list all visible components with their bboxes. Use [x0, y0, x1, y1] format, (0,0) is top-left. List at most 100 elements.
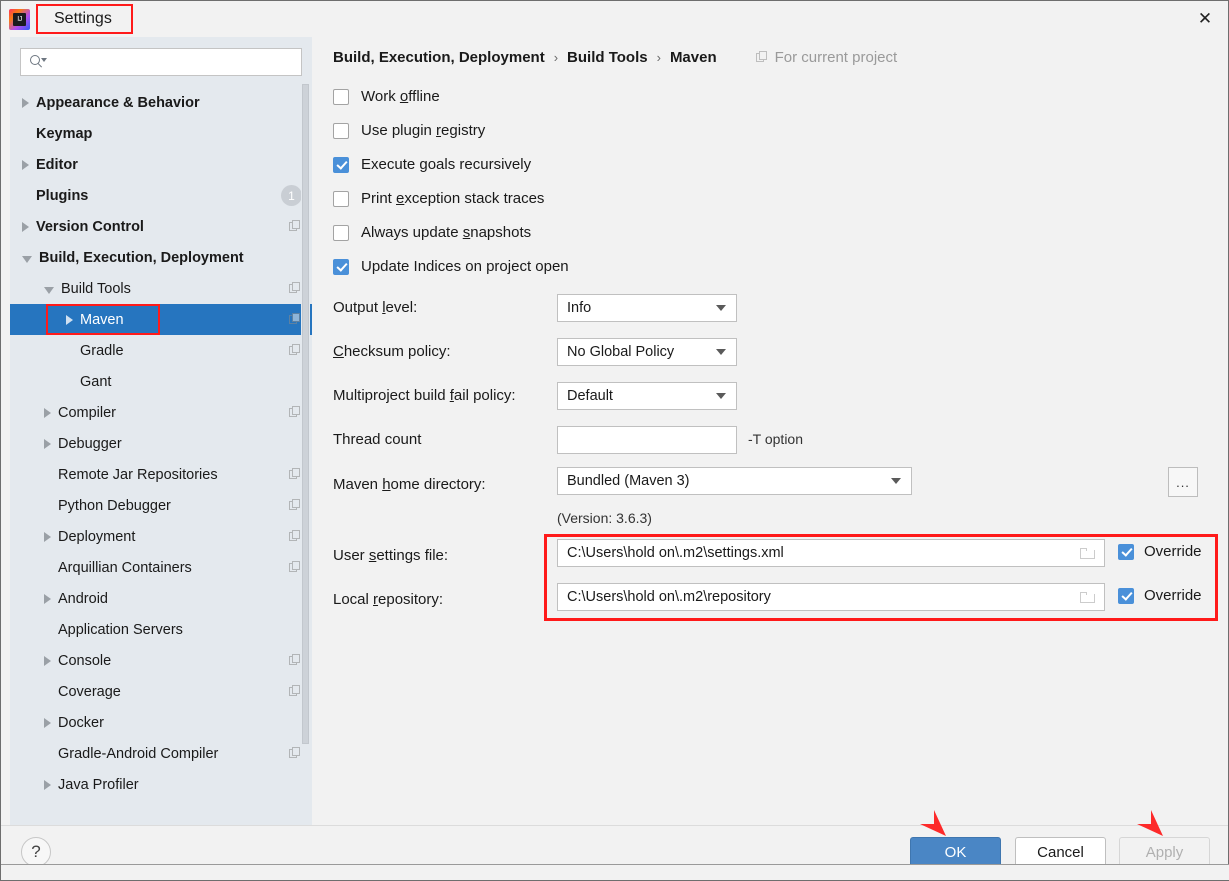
chevron-down-icon[interactable]	[44, 287, 54, 294]
settings-tree: Appearance & Behavior Keymap Editor Plugins…	[10, 87, 312, 800]
multiproject-fail-policy-select[interactable]: Default	[557, 382, 737, 410]
sidebar-item-arquillian-containers[interactable]: Arquillian Containers	[10, 552, 312, 583]
maven-home-select[interactable]: Bundled (Maven 3)	[557, 467, 912, 495]
field-value: C:\Users\hold on\.m2\repository	[567, 589, 771, 605]
chevron-right-icon[interactable]	[44, 407, 51, 418]
chevron-right-icon[interactable]	[22, 159, 29, 170]
chevron-right-icon[interactable]	[66, 314, 73, 325]
sidebar-item-label: Build, Execution, Deployment	[39, 249, 244, 266]
sidebar-item-maven[interactable]: Maven	[10, 304, 312, 335]
sidebar-item-build-execution-deployment[interactable]: Build, Execution, Deployment	[10, 242, 312, 273]
checkbox-unchecked-icon[interactable]	[333, 122, 349, 139]
sidebar-item-coverage[interactable]: Coverage	[10, 676, 312, 707]
thread-count-input[interactable]	[557, 426, 737, 454]
sidebar-item-python-debugger[interactable]: Python Debugger	[10, 490, 312, 521]
sidebar-scrollbar-thumb[interactable]	[302, 84, 309, 744]
checkbox-row[interactable]: Always update snapshots	[333, 224, 531, 241]
user-settings-override-checkbox[interactable]: Override	[1118, 543, 1202, 560]
sidebar-item-label: Gradle	[80, 342, 124, 359]
chevron-right-icon[interactable]	[44, 438, 51, 449]
output-level-label: Output level:	[333, 299, 418, 316]
sidebar-item-label: Keymap	[36, 125, 93, 142]
sidebar-item-label: Appearance & Behavior	[36, 94, 200, 111]
sidebar-item-build-tools[interactable]: Build Tools	[10, 273, 312, 304]
sidebar-item-label: Maven	[80, 311, 124, 328]
breadcrumb-item-0[interactable]: Build, Execution, Deployment	[333, 49, 545, 66]
sidebar-item-console[interactable]: Console	[10, 645, 312, 676]
checkbox-label: Update Indices on project open	[361, 258, 569, 275]
title-bar: IJ Settings ✕	[1, 1, 1228, 37]
breadcrumb-item-1[interactable]: Build Tools	[567, 49, 648, 66]
checkbox-row[interactable]: Execute goals recursively	[333, 156, 531, 173]
thread-count-hint: -T option	[748, 431, 803, 447]
sidebar-item-compiler[interactable]: Compiler	[10, 397, 312, 428]
selected-value: No Global Policy	[567, 344, 675, 360]
sidebar-item-deployment[interactable]: Deployment	[10, 521, 312, 552]
breadcrumb: Build, Execution, Deployment › Build Too…	[333, 49, 897, 66]
sidebar-item-keymap[interactable]: Keymap	[10, 118, 312, 149]
chevron-right-icon[interactable]	[44, 717, 51, 728]
checkbox-row[interactable]: Work offline	[333, 88, 440, 105]
chevron-right-icon[interactable]	[22, 221, 29, 232]
checkbox-unchecked-icon[interactable]	[333, 224, 349, 241]
local-repository-input[interactable]: C:\Users\hold on\.m2\repository	[557, 583, 1105, 611]
sidebar-item-editor[interactable]: Editor	[10, 149, 312, 180]
user-settings-file-input[interactable]: C:\Users\hold on\.m2\settings.xml	[557, 539, 1105, 567]
chevron-right-icon[interactable]	[44, 531, 51, 542]
checkbox-row[interactable]: Update Indices on project open	[333, 258, 569, 275]
sidebar-item-application-servers[interactable]: Application Servers	[10, 614, 312, 645]
sidebar-item-label: Compiler	[58, 404, 117, 421]
sidebar-item-gradle-android-compiler[interactable]: Gradle-Android Compiler	[10, 738, 312, 769]
sidebar-item-label: Python Debugger	[58, 497, 171, 514]
search-box[interactable]	[20, 48, 302, 76]
sidebar-item-label: Gradle-Android Compiler	[58, 745, 219, 762]
checkbox-unchecked-icon[interactable]	[333, 88, 349, 105]
sidebar-item-gant[interactable]: Gant	[10, 366, 312, 397]
output-level-select[interactable]: Info	[557, 294, 737, 322]
maven-home-label: Maven home directory:	[333, 476, 486, 493]
breadcrumb-separator-icon: ›	[656, 50, 661, 65]
chevron-right-icon[interactable]	[44, 593, 51, 604]
chevron-down-icon	[716, 305, 726, 311]
sidebar-item-label: Debugger	[58, 435, 122, 452]
sidebar-item-label: Build Tools	[61, 280, 131, 297]
checkbox-label: Always update snapshots	[361, 224, 532, 241]
checksum-policy-select[interactable]: No Global Policy	[557, 338, 737, 366]
multiproject-fail-policy-label: Multiproject build fail policy:	[333, 387, 516, 404]
sidebar-item-label: Plugins	[36, 187, 89, 204]
checkbox-row[interactable]: Print exception stack traces	[333, 190, 544, 207]
sidebar-item-version-control[interactable]: Version Control	[10, 211, 312, 242]
checkbox-checked-icon[interactable]	[333, 258, 349, 275]
chevron-right-icon[interactable]	[44, 779, 51, 790]
plugins-update-badge: 1	[281, 185, 302, 206]
breadcrumb-item-2[interactable]: Maven	[670, 49, 717, 66]
sidebar-item-gradle[interactable]: Gradle	[10, 335, 312, 366]
chevron-down-icon[interactable]	[22, 256, 32, 263]
chevron-right-icon[interactable]	[44, 655, 51, 666]
folder-icon[interactable]	[1080, 547, 1095, 559]
sidebar-item-android[interactable]: Android	[10, 583, 312, 614]
folder-icon[interactable]	[1080, 591, 1095, 603]
checkbox-checked-icon[interactable]	[1118, 543, 1134, 560]
checkbox-row[interactable]: Use plugin registry	[333, 122, 485, 139]
sidebar-item-debugger[interactable]: Debugger	[10, 428, 312, 459]
chevron-right-icon[interactable]	[22, 97, 29, 108]
sidebar-item-docker[interactable]: Docker	[10, 707, 312, 738]
sidebar-item-label: Gant	[80, 373, 112, 390]
sidebar-item-plugins[interactable]: Plugins 1	[10, 180, 312, 211]
maven-home-browse-button[interactable]: ...	[1168, 467, 1198, 497]
sidebar-item-appearance-behavior[interactable]: Appearance & Behavior	[10, 87, 312, 118]
checkbox-label: Execute goals recursively	[361, 156, 532, 173]
close-icon[interactable]: ✕	[1182, 1, 1228, 37]
override-label: Override	[1144, 587, 1202, 604]
selected-value: Bundled (Maven 3)	[567, 473, 690, 489]
sidebar-item-label: Arquillian Containers	[58, 559, 192, 576]
help-button[interactable]: ?	[21, 837, 51, 867]
checkbox-checked-icon[interactable]	[1118, 587, 1134, 604]
checkbox-unchecked-icon[interactable]	[333, 190, 349, 207]
sidebar-item-remote-jar-repositories[interactable]: Remote Jar Repositories	[10, 459, 312, 490]
sidebar-item-java-profiler[interactable]: Java Profiler	[10, 769, 312, 800]
local-repository-override-checkbox[interactable]: Override	[1118, 587, 1202, 604]
search-input[interactable]	[46, 54, 301, 70]
checkbox-checked-icon[interactable]	[333, 156, 349, 173]
